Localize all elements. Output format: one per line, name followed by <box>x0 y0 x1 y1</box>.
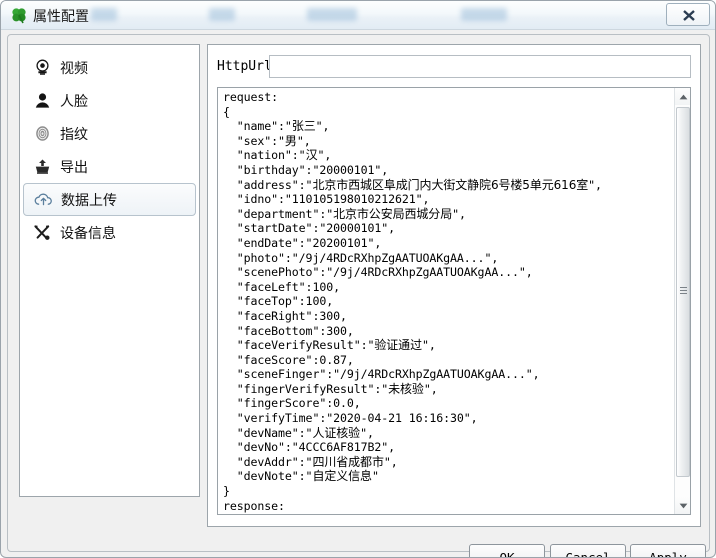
json-preview-box[interactable]: request: { "name":"张三", "sex":"男", "nati… <box>217 87 691 515</box>
cancel-button[interactable]: Cancel <box>550 544 626 557</box>
ok-button[interactable]: OK <box>469 544 545 557</box>
scroll-down-arrow-icon[interactable] <box>675 497 690 514</box>
content-panel: HttpUrl: request: { "name":"张三", "sex":"… <box>207 44 701 527</box>
scrollbar-thumb[interactable] <box>676 107 690 477</box>
sidebar-item-label: 设备信息 <box>60 225 116 242</box>
sidebar-item-device-info[interactable]: 设备信息 <box>23 216 196 249</box>
sidebar-item-label: 视频 <box>60 60 88 77</box>
sidebar-item-data-upload[interactable]: 数据上传 <box>23 183 196 216</box>
camera-icon <box>29 59 55 76</box>
sidebar-item-label: 指纹 <box>60 126 88 143</box>
dialog-body: 视频 人脸 指纹 导出 数据上传 设备信息 HttpUrl: request: … <box>7 34 710 557</box>
sidebar-item-export[interactable]: 导出 <box>23 150 196 183</box>
sidebar-item-video[interactable]: 视频 <box>23 51 196 84</box>
clover-icon <box>10 6 28 24</box>
http-url-input[interactable] <box>269 55 691 78</box>
property-config-window: 属性配置 视频 人脸 指纹 导出 数据上传 设备信息 HttpUrl: requ… <box>0 0 716 558</box>
titlebar: 属性配置 <box>1 1 715 30</box>
person-icon <box>29 92 55 109</box>
json-preview-text: request: { "name":"张三", "sex":"男", "nati… <box>223 90 602 514</box>
sidebar-item-fingerprint[interactable]: 指纹 <box>23 117 196 150</box>
export-icon <box>29 158 55 175</box>
background-blurred-tabs <box>91 5 541 27</box>
scrollbar-grip-icon <box>680 287 687 297</box>
http-url-row: HttpUrl: <box>208 55 702 79</box>
close-icon <box>683 10 695 21</box>
sidebar: 视频 人脸 指纹 导出 数据上传 设备信息 <box>19 44 200 497</box>
window-title: 属性配置 <box>33 9 89 25</box>
apply-button[interactable]: Apply <box>630 544 706 557</box>
cloud-upload-icon <box>30 191 56 208</box>
fingerprint-icon <box>29 125 55 142</box>
sidebar-item-label: 数据上传 <box>61 192 117 209</box>
sidebar-item-label: 导出 <box>60 159 88 176</box>
json-vertical-scrollbar[interactable] <box>674 88 690 514</box>
sidebar-item-face[interactable]: 人脸 <box>23 84 196 117</box>
close-button[interactable] <box>666 3 710 26</box>
tools-icon <box>29 224 55 241</box>
sidebar-item-label: 人脸 <box>60 93 88 110</box>
scroll-up-arrow-icon[interactable] <box>675 88 690 105</box>
